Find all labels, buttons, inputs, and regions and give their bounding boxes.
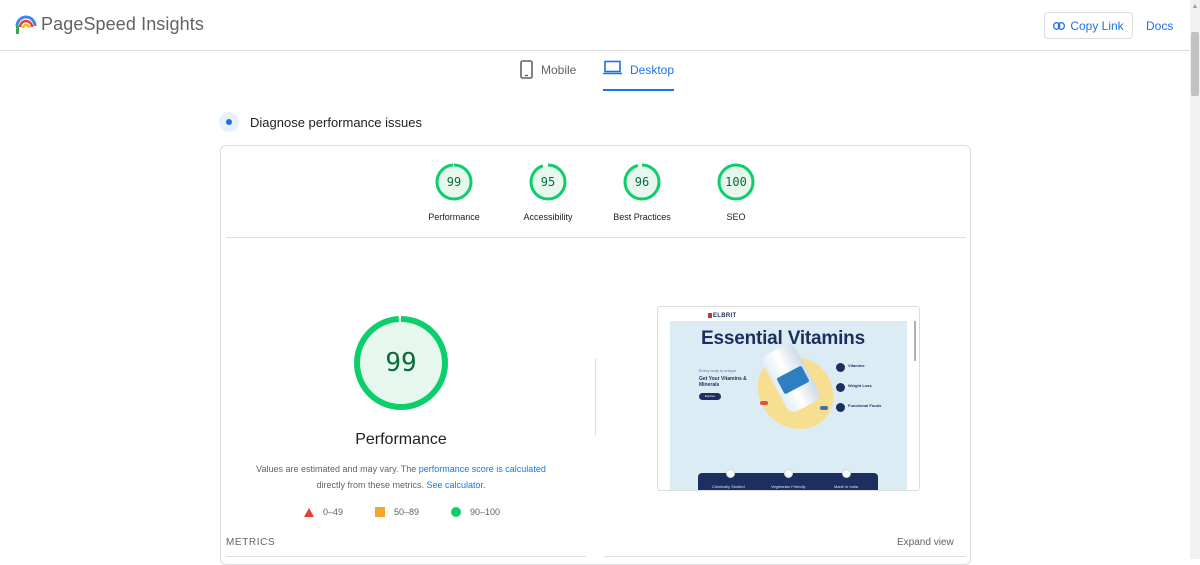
preview-feature: Vitamins bbox=[836, 363, 865, 372]
preview-brand-logo: ELBRIT bbox=[708, 313, 736, 319]
feature-title: Functional Foods bbox=[848, 403, 882, 408]
brand-mark-icon bbox=[708, 313, 712, 318]
preview-hero: Essential Vitamins Every body is unique … bbox=[670, 321, 907, 490]
legend-fail: 0–49 bbox=[304, 507, 343, 517]
category-label: Best Practices bbox=[613, 212, 671, 222]
tab-desktop-label: Desktop bbox=[630, 63, 675, 77]
final-screenshot-preview[interactable]: ELBRIT Essential Vitamins Every body is … bbox=[657, 306, 920, 491]
gauge-score: 95 bbox=[540, 175, 556, 189]
preview-brand-text: ELBRIT bbox=[713, 313, 737, 320]
diagnose-icon bbox=[219, 112, 239, 132]
gauge-score: 100 bbox=[725, 175, 747, 189]
preview-explore-button: Explore bbox=[699, 393, 721, 400]
vertical-separator bbox=[595, 358, 596, 436]
tab-mobile-label: Mobile bbox=[541, 63, 577, 77]
preview-feature: Functional Foods bbox=[836, 403, 881, 412]
performance-score-link[interactable]: performance score is calculated bbox=[419, 464, 546, 474]
preview-feature: Weight Loss bbox=[836, 383, 872, 392]
gauge-score: 99 bbox=[446, 175, 462, 189]
top-app-bar: PageSpeed Insights Copy Link Docs bbox=[0, 0, 1190, 51]
square-icon bbox=[375, 507, 385, 517]
feature-dot-icon bbox=[836, 383, 845, 392]
gauge-performance[interactable]: 99 bbox=[434, 162, 474, 202]
category-label: Performance bbox=[428, 212, 480, 222]
copy-link-button[interactable]: Copy Link bbox=[1044, 12, 1133, 39]
score-note: Values are estimated and may vary. The p… bbox=[230, 461, 572, 493]
pill-icon bbox=[820, 406, 828, 410]
section-title: Diagnose performance issues bbox=[250, 115, 422, 130]
feature-title: Vitamins bbox=[848, 363, 865, 368]
page-scrollbar[interactable]: ▲ bbox=[1190, 0, 1200, 559]
tab-mobile[interactable]: Mobile bbox=[520, 60, 576, 89]
metrics-heading: METRICS bbox=[226, 537, 276, 548]
docs-link[interactable]: Docs bbox=[1146, 19, 1173, 33]
category-label: Accessibility bbox=[523, 212, 573, 222]
gauge-accessibility[interactable]: 95 bbox=[528, 162, 568, 202]
see-calculator-link[interactable]: See calculator. bbox=[426, 480, 485, 490]
legend-pass: 90–100 bbox=[451, 507, 500, 517]
metrics-divider-left bbox=[226, 556, 586, 557]
metrics-divider-right bbox=[604, 556, 966, 557]
gauge-score: 96 bbox=[634, 175, 650, 189]
category-label: SEO bbox=[726, 212, 746, 222]
triangle-icon bbox=[304, 507, 314, 517]
note-text-1: Values are estimated and may vary. The bbox=[256, 464, 419, 474]
feature-dot-icon bbox=[836, 363, 845, 372]
feature-title: Weight Loss bbox=[848, 383, 872, 388]
tab-desktop[interactable]: Desktop bbox=[603, 60, 675, 91]
legend-pass-range: 90–100 bbox=[470, 507, 501, 517]
phone-icon bbox=[520, 60, 533, 79]
badge-label: Made in India bbox=[834, 484, 859, 489]
preview-header bbox=[670, 311, 907, 321]
preview-subhead: Get Your Vitamins & Minerals bbox=[699, 376, 747, 388]
laptop-icon bbox=[603, 60, 622, 75]
legend-average-range: 50–89 bbox=[394, 507, 420, 517]
gauge-best-practices[interactable]: 96 bbox=[622, 162, 662, 202]
copy-link-label: Copy Link bbox=[1070, 18, 1124, 33]
circle-icon bbox=[451, 507, 461, 517]
badge-icon bbox=[784, 469, 793, 478]
expand-view-toggle[interactable]: Expand view bbox=[897, 537, 954, 548]
pagespeed-logo-icon[interactable] bbox=[14, 12, 38, 36]
feature-dot-icon bbox=[836, 403, 845, 412]
preview-scrollbar bbox=[914, 321, 916, 361]
pill-icon bbox=[760, 401, 768, 405]
app-title[interactable]: PageSpeed Insights bbox=[41, 14, 204, 35]
gauge-seo[interactable]: 100 bbox=[716, 162, 756, 202]
note-text-2: directly from these metrics. bbox=[316, 480, 427, 490]
card-divider bbox=[226, 237, 966, 238]
badge-label: Vegetarian Friendly bbox=[771, 484, 806, 489]
scroll-thumb[interactable] bbox=[1191, 32, 1199, 96]
performance-main-label: Performance bbox=[355, 431, 447, 448]
badge-label: Clinnically Studied bbox=[712, 484, 745, 489]
legend-average: 50–89 bbox=[375, 507, 419, 517]
preview-tagline: Every body is unique bbox=[699, 368, 737, 373]
performance-main-score: 99 bbox=[385, 348, 417, 378]
badge-icon bbox=[726, 469, 735, 478]
badge-icon bbox=[842, 469, 851, 478]
link-icon bbox=[1053, 21, 1066, 30]
legend-fail-range: 0–49 bbox=[323, 507, 344, 517]
scroll-up-arrow-icon[interactable]: ▲ bbox=[1190, 0, 1200, 14]
